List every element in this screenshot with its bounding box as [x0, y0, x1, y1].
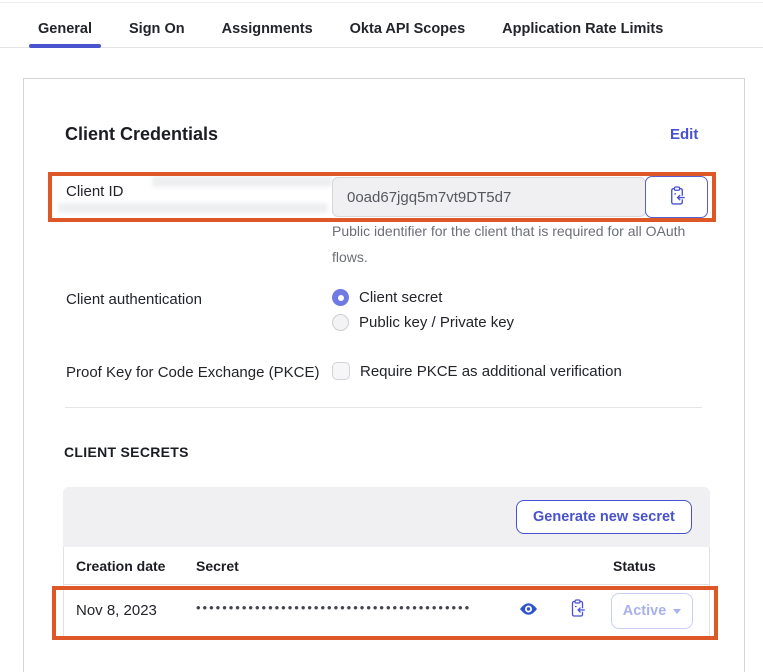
tab-okta-api-scopes[interactable]: Okta API Scopes — [350, 0, 466, 47]
redacted-smudge — [58, 203, 328, 213]
col-header-secret: Secret — [196, 558, 239, 574]
client-secrets-title: CLIENT SECRETS — [64, 444, 189, 460]
table-header-row: Creation date Secret Status — [64, 547, 709, 585]
secret-creation-date: Nov 8, 2023 — [76, 602, 157, 619]
copy-client-id-button[interactable] — [645, 176, 708, 218]
radio-option-label: Client secret — [359, 289, 442, 306]
tab-general-label: General — [38, 21, 92, 37]
tab-sign-on[interactable]: Sign On — [129, 0, 185, 47]
tab-general[interactable]: General — [38, 0, 92, 47]
client-authentication-label: Client authentication — [66, 291, 202, 308]
pkce-checkbox-row[interactable]: Require PKCE as additional verification — [332, 362, 622, 380]
tab-sign-on-label: Sign On — [129, 21, 185, 37]
checkbox-unchecked-icon[interactable] — [332, 362, 350, 380]
pkce-checkbox-label: Require PKCE as additional verification — [360, 363, 622, 380]
app-tabs: General Sign On Assignments Okta API Sco… — [0, 0, 763, 48]
reveal-secret-button[interactable] — [518, 602, 538, 618]
radio-option-client-secret[interactable]: Client secret — [332, 289, 442, 306]
client-id-label: Client ID — [66, 183, 124, 200]
pkce-label: Proof Key for Code Exchange (PKCE) — [66, 364, 319, 381]
masked-secret-value: ••••••••••••••••••••••••••••••••••••••••… — [196, 600, 516, 615]
clipboard-copy-icon — [569, 606, 586, 621]
client-id-help-text: Public identifier for the client that is… — [332, 218, 710, 270]
redacted-smudge — [152, 176, 332, 187]
client-credentials-title: Client Credentials — [65, 124, 218, 145]
radio-option-public-private-key[interactable]: Public key / Private key — [332, 314, 514, 331]
radio-unselected-icon — [332, 314, 349, 331]
col-header-status: Status — [613, 558, 656, 574]
secret-status-dropdown[interactable]: Active — [611, 593, 693, 629]
col-header-creation-date: Creation date — [76, 558, 165, 574]
tab-assignments[interactable]: Assignments — [222, 0, 313, 47]
section-divider — [65, 407, 702, 408]
client-secrets-table: Creation date Secret Status Nov 8, 2023 … — [63, 547, 710, 638]
table-row: Nov 8, 2023 ••••••••••••••••••••••••••••… — [64, 585, 709, 637]
radio-option-label: Public key / Private key — [359, 314, 514, 331]
tab-application-rate-limits-label: Application Rate Limits — [502, 21, 663, 37]
chevron-down-icon — [673, 609, 681, 614]
tab-application-rate-limits[interactable]: Application Rate Limits — [502, 0, 663, 47]
okta-app-settings-page: General Sign On Assignments Okta API Sco… — [0, 0, 763, 672]
clipboard-copy-icon — [668, 186, 686, 209]
tab-okta-api-scopes-label: Okta API Scopes — [350, 21, 466, 37]
client-id-input[interactable] — [332, 177, 646, 217]
eye-icon — [519, 604, 538, 619]
tab-assignments-label: Assignments — [222, 21, 313, 37]
edit-link[interactable]: Edit — [670, 126, 698, 143]
radio-selected-icon — [332, 289, 349, 306]
copy-secret-button[interactable] — [566, 598, 588, 622]
generate-new-secret-button[interactable]: Generate new secret — [516, 500, 692, 534]
status-badge: Active — [623, 603, 667, 619]
